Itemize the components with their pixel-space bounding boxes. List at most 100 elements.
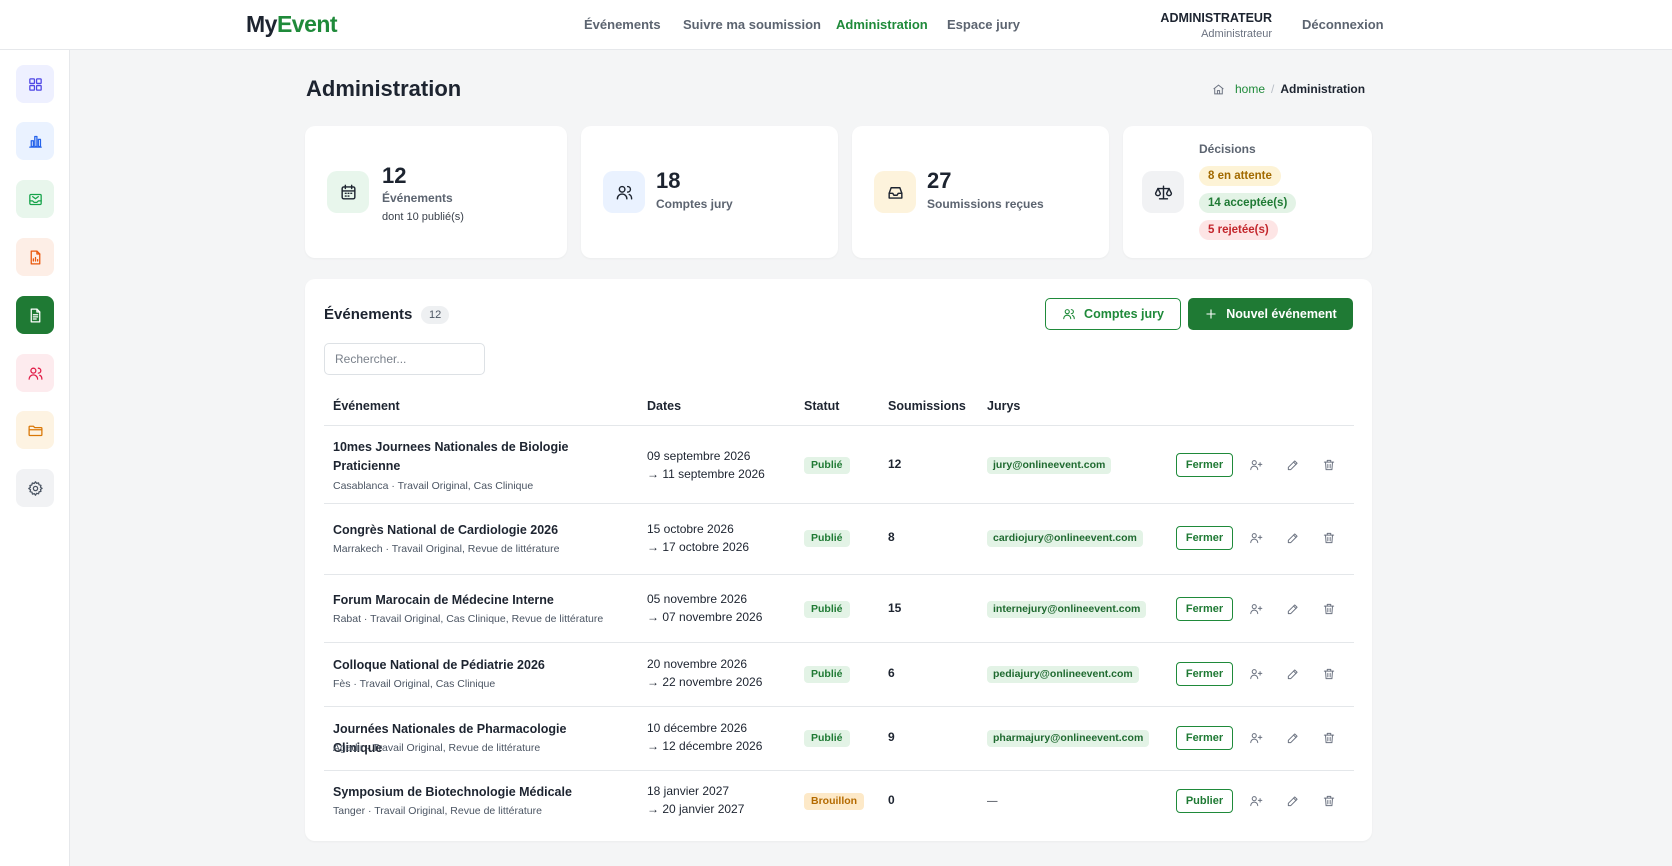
jury-email: pharmajury@onlineevent.com bbox=[987, 730, 1150, 747]
col-header-jurys[interactable]: Jurys bbox=[987, 399, 1020, 413]
stat-events-value: 12 bbox=[382, 163, 407, 188]
col-header-submissions[interactable]: Soumissions bbox=[888, 399, 966, 413]
sidebar-item-dashboard[interactable] bbox=[16, 65, 54, 103]
col-header-status[interactable]: Statut bbox=[804, 399, 839, 413]
jury-email: cardiojury@onlineevent.com bbox=[987, 530, 1143, 547]
sidebar bbox=[0, 50, 70, 866]
delete-button[interactable] bbox=[1321, 457, 1337, 473]
submissions-count: 15 bbox=[888, 601, 902, 615]
home-icon[interactable] bbox=[1212, 83, 1225, 96]
logout-link[interactable]: Déconnexion bbox=[1302, 17, 1384, 32]
trash-icon bbox=[1323, 459, 1335, 471]
delete-button[interactable] bbox=[1321, 601, 1337, 617]
calendar-icon-wrap bbox=[327, 171, 369, 213]
sidebar-item-stats[interactable] bbox=[16, 122, 54, 160]
assign-jury-button[interactable] bbox=[1248, 793, 1264, 809]
user-plus-icon bbox=[1250, 669, 1263, 680]
trash-icon bbox=[1323, 603, 1335, 615]
pencil-icon bbox=[1287, 669, 1298, 680]
table-row: Symposium de Biotechnologie Médicale Tan… bbox=[305, 771, 1372, 833]
decisions-title: Décisions bbox=[1199, 142, 1256, 156]
event-end-date: → 20 janvier 2027 bbox=[647, 802, 745, 816]
delete-button[interactable] bbox=[1321, 530, 1337, 546]
users-icon bbox=[1063, 309, 1075, 320]
event-end-date: → 12 décembre 2026 bbox=[647, 739, 763, 753]
event-start-date: 18 janvier 2027 bbox=[647, 784, 730, 798]
user-name: ADMINISTRATEUR bbox=[1160, 11, 1272, 25]
delete-button[interactable] bbox=[1321, 666, 1337, 682]
sidebar-item-reports[interactable] bbox=[16, 238, 54, 276]
close-event-button[interactable]: Fermer bbox=[1176, 526, 1233, 550]
status-badge: Publié bbox=[804, 457, 850, 474]
close-event-button[interactable]: Fermer bbox=[1176, 453, 1233, 477]
trash-icon bbox=[1323, 732, 1335, 744]
folder-icon bbox=[27, 425, 43, 436]
status-badge: Publié bbox=[804, 666, 850, 683]
logo[interactable]: MyEvent bbox=[246, 11, 338, 38]
col-header-dates[interactable]: Dates bbox=[647, 399, 681, 413]
nav-evenements[interactable]: Événements bbox=[584, 17, 661, 32]
edit-button[interactable] bbox=[1285, 530, 1301, 546]
sidebar-item-settings[interactable] bbox=[16, 469, 54, 507]
event-end-date: → 22 novembre 2026 bbox=[647, 675, 763, 689]
jury-accounts-button[interactable]: Comptes jury bbox=[1045, 298, 1181, 330]
delete-button[interactable] bbox=[1321, 730, 1337, 746]
delete-button[interactable] bbox=[1321, 793, 1337, 809]
calendar-icon bbox=[340, 184, 356, 200]
edit-button[interactable] bbox=[1285, 793, 1301, 809]
sidebar-item-folders[interactable] bbox=[16, 411, 54, 449]
pencil-icon bbox=[1287, 604, 1298, 615]
breadcrumb-home[interactable]: home bbox=[1235, 82, 1265, 96]
submissions-count: 8 bbox=[888, 530, 895, 544]
gear-icon bbox=[27, 480, 43, 496]
table-row: Journées Nationales de Pharmacologie Cli… bbox=[305, 707, 1372, 770]
close-event-button[interactable]: Fermer bbox=[1176, 726, 1233, 750]
page-title: Administration bbox=[306, 76, 462, 101]
close-event-button[interactable]: Fermer bbox=[1176, 662, 1233, 686]
event-name[interactable]: 10mes Journees Nationales de Biologie Pr… bbox=[333, 438, 598, 476]
assign-jury-button[interactable] bbox=[1248, 666, 1264, 682]
sidebar-item-messages[interactable] bbox=[16, 180, 54, 218]
sidebar-item-events[interactable] bbox=[16, 296, 54, 334]
user-plus-icon bbox=[1250, 533, 1263, 544]
status-badge: Publié bbox=[804, 530, 850, 547]
sidebar-item-users[interactable] bbox=[16, 354, 54, 392]
event-start-date: 20 novembre 2026 bbox=[647, 657, 748, 671]
search-input[interactable] bbox=[324, 343, 485, 375]
col-header-event[interactable]: Événement bbox=[333, 399, 400, 413]
edit-button[interactable] bbox=[1285, 666, 1301, 682]
assign-jury-button[interactable] bbox=[1248, 530, 1264, 546]
document-icon bbox=[30, 307, 40, 323]
edit-button[interactable] bbox=[1285, 457, 1301, 473]
publish-event-button[interactable]: Publier bbox=[1176, 789, 1233, 813]
new-event-label: Nouvel événement bbox=[1226, 307, 1337, 321]
decisions-accepted-badge: 14 acceptée(s) bbox=[1199, 193, 1297, 213]
edit-button[interactable] bbox=[1285, 601, 1301, 617]
close-event-button[interactable]: Fermer bbox=[1176, 597, 1233, 621]
assign-jury-button[interactable] bbox=[1248, 601, 1264, 617]
assign-jury-button[interactable] bbox=[1248, 730, 1264, 746]
event-start-date: 15 octobre 2026 bbox=[647, 522, 734, 536]
assign-jury-button[interactable] bbox=[1248, 457, 1264, 473]
status-badge: Publié bbox=[804, 601, 850, 618]
new-event-button[interactable]: Nouvel événement bbox=[1188, 298, 1353, 330]
event-name[interactable]: Symposium de Biotechnologie Médicale bbox=[333, 783, 598, 802]
event-end-date: → 11 septembre 2026 bbox=[647, 467, 765, 481]
event-start-date: 05 novembre 2026 bbox=[647, 592, 748, 606]
table-row: Forum Marocain de Médecine Interne Rabat… bbox=[305, 575, 1372, 642]
submissions-count: 0 bbox=[888, 793, 895, 807]
edit-button[interactable] bbox=[1285, 730, 1301, 746]
inbox-icon bbox=[887, 186, 903, 199]
breadcrumb: home / Administration bbox=[1212, 82, 1365, 96]
user-plus-icon bbox=[1250, 796, 1263, 807]
nav-espace-jury[interactable]: Espace jury bbox=[947, 17, 1020, 32]
stat-jury-label: Comptes jury bbox=[656, 197, 733, 211]
decisions-rejected-badge: 5 rejetée(s) bbox=[1199, 220, 1278, 240]
submissions-count: 12 bbox=[888, 457, 902, 471]
nav-administration[interactable]: Administration bbox=[836, 17, 928, 32]
nav-suivre-soumission[interactable]: Suivre ma soumission bbox=[683, 17, 821, 32]
event-name[interactable]: Forum Marocain de Médecine Interne bbox=[333, 591, 598, 610]
event-name[interactable]: Colloque National de Pédiatrie 2026 bbox=[333, 656, 598, 675]
stat-jury-value: 18 bbox=[656, 168, 681, 193]
event-name[interactable]: Congrès National de Cardiologie 2026 bbox=[333, 521, 598, 540]
